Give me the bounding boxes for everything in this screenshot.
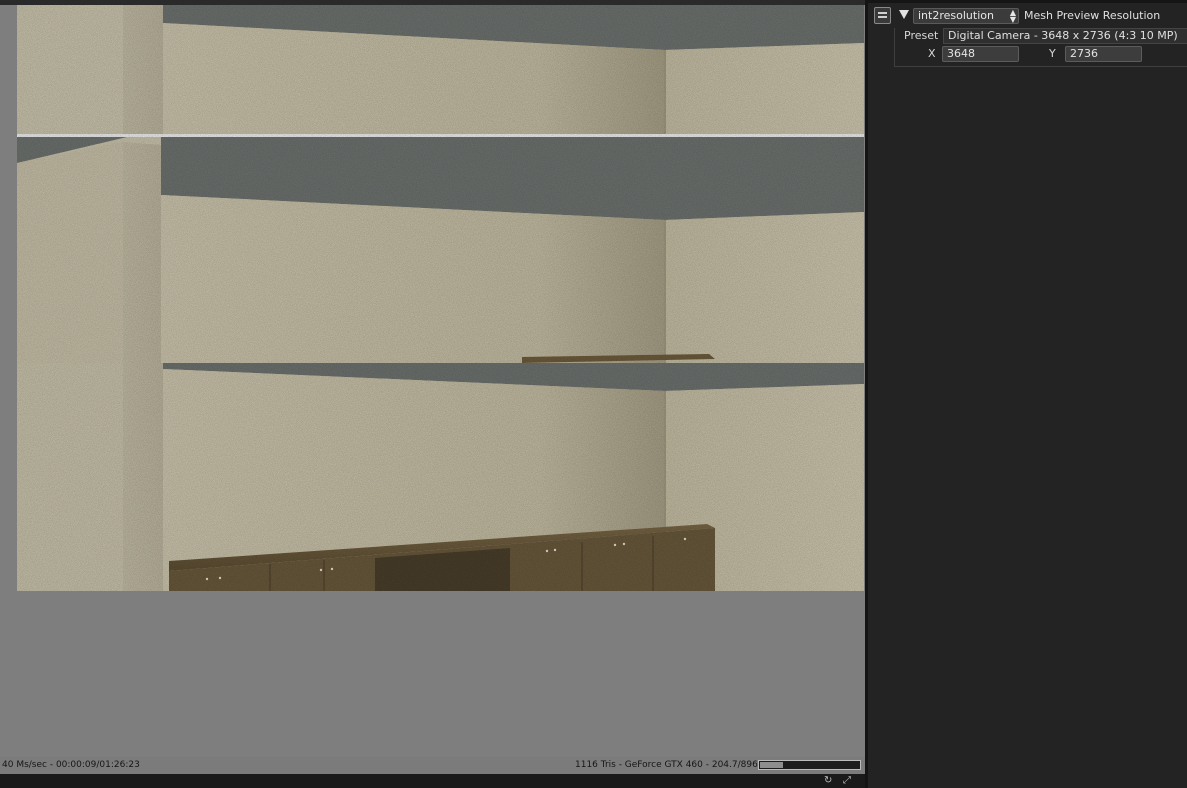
x-resolution-field[interactable]: 3648 xyxy=(942,46,1019,62)
y-resolution-field[interactable]: 2736 xyxy=(1065,46,1142,62)
gpu-memory-fill xyxy=(760,762,783,768)
node-inspector: int2resolution ▲ ▼ Mesh Preview Resolutio… xyxy=(868,0,1187,788)
render-stats-text: 40 Ms/sec - 00:00:09/01:26:23 xyxy=(2,760,140,770)
node-type-icon[interactable] xyxy=(874,7,891,24)
y-label: Y xyxy=(1049,47,1056,60)
gpu-info-text: 1116 Tris - GeForce GTX 460 - 204.7/896 … xyxy=(575,760,775,770)
collapse-triangle-icon[interactable] xyxy=(899,10,909,19)
inspector-top-strip xyxy=(868,0,1187,3)
viewport-toolbar: ↻ ⤢ xyxy=(0,774,865,788)
tree-guide-bottom xyxy=(894,66,1187,67)
fullscreen-icon[interactable]: ⤢ xyxy=(843,775,851,786)
node-title: Mesh Preview Resolution xyxy=(1024,9,1161,22)
preset-dropdown[interactable]: Digital Camera - 3648 x 2736 (4:3 10 MP) xyxy=(943,28,1187,44)
render-viewport[interactable]: 40 Ms/sec - 00:00:09/01:26:23 1116 Tris … xyxy=(0,0,865,788)
render-image xyxy=(17,5,864,591)
viewport-status-bar: 40 Ms/sec - 00:00:09/01:26:23 1116 Tris … xyxy=(0,757,865,774)
tree-guide xyxy=(894,28,895,66)
gpu-memory-bar xyxy=(758,760,861,770)
render-preview[interactable] xyxy=(17,5,864,591)
node-selector-value: int2resolution xyxy=(918,9,994,22)
recenter-icon[interactable]: ↻ xyxy=(824,775,832,786)
spinner-arrows-icon[interactable]: ▲ ▼ xyxy=(1010,9,1016,24)
node-selector[interactable]: int2resolution ▲ ▼ xyxy=(913,8,1019,24)
preset-label: Preset xyxy=(904,29,939,42)
x-label: X xyxy=(928,47,936,60)
